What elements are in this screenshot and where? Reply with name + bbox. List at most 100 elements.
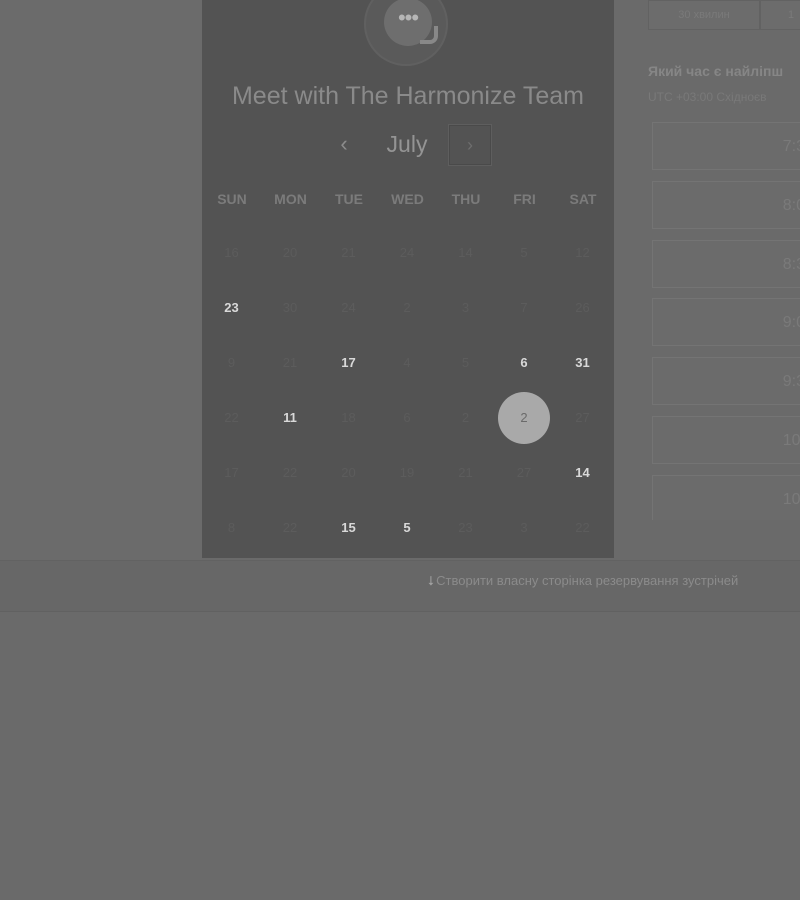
calendar-day-number: 12 bbox=[575, 245, 590, 260]
calendar-day-available[interactable]: 15 bbox=[320, 500, 378, 555]
month-label: July bbox=[386, 131, 428, 157]
time-slot-button[interactable]: 8:0 bbox=[652, 180, 800, 229]
duration-tab-60[interactable]: 1 bbox=[760, 0, 800, 30]
calendar-day-number: 14 bbox=[458, 245, 473, 260]
footer-link-text: Створити власну сторінка резервування зу… bbox=[436, 573, 739, 588]
calendar-day-unavailable: 30 bbox=[261, 280, 319, 335]
calendar-day-unavailable: 2 bbox=[378, 280, 436, 335]
team-avatar: ••• bbox=[364, 0, 448, 66]
calendar-day-unavailable: 18 bbox=[320, 390, 378, 445]
calendar-day-unavailable: 23 bbox=[437, 500, 495, 555]
calendar-day-number: 27 bbox=[516, 465, 532, 480]
calendar-day-unavailable: 21 bbox=[320, 225, 378, 280]
calendar-day-unavailable: 8 bbox=[203, 500, 261, 555]
calendar-day-unavailable: 14 bbox=[437, 225, 495, 280]
time-slot-button[interactable]: 8:3 bbox=[652, 239, 800, 288]
calendar-day-unavailable: 22 bbox=[203, 390, 261, 445]
calendar-day-number: 16 bbox=[224, 245, 239, 260]
calendar-day-available[interactable]: 31 bbox=[554, 335, 612, 390]
weekday-label: FRI bbox=[513, 191, 536, 207]
timezone-selector[interactable]: UTC +03:00 Східноєв bbox=[648, 90, 767, 104]
weekday-label: TUE bbox=[335, 191, 363, 207]
calendar-day-unavailable: 17 bbox=[203, 445, 261, 500]
create-booking-page-link[interactable]: ⭣ Створити власну сторінка резервування з… bbox=[428, 573, 738, 589]
calendar-day-number: 22 bbox=[282, 520, 298, 535]
time-slot-list: 7:3 8:0 8:3 9:0 9:3 10: 10: bbox=[652, 122, 800, 520]
calendar-day-number: 9 bbox=[227, 355, 236, 370]
time-slot-button[interactable]: 9:3 bbox=[652, 357, 800, 406]
calendar-day-number: 11 bbox=[283, 410, 297, 425]
calendar-day-number: 2 bbox=[403, 300, 411, 315]
calendar-day-number: 31 bbox=[575, 355, 590, 370]
calendar-day-available[interactable]: 17 bbox=[320, 335, 378, 390]
calendar-day-unavailable: 5 bbox=[495, 225, 553, 280]
calendar-day-number: 23 bbox=[458, 520, 473, 535]
time-question: Який час є найліпш bbox=[648, 63, 784, 79]
calendar-day-unavailable: 27 bbox=[495, 445, 553, 500]
previous-month-button[interactable]: ‹ bbox=[330, 126, 358, 162]
calendar-day-number: 26 bbox=[575, 300, 590, 315]
calendar-day-number: 21 bbox=[341, 245, 356, 260]
calendar-day-number: 22 bbox=[282, 465, 298, 480]
calendar-day-unavailable: 12 bbox=[554, 225, 612, 280]
calendar-day-available[interactable]: 11 bbox=[261, 390, 319, 445]
time-selection-panel: 30 хвилин 1 Який час є найліпш UTC +03:0… bbox=[614, 0, 800, 560]
calendar-day-number: 18 bbox=[341, 410, 356, 425]
calendar-day-number: 20 bbox=[282, 245, 298, 260]
calendar-day-number: 6 bbox=[403, 410, 411, 425]
calendar-day-available[interactable]: 5 bbox=[378, 500, 436, 555]
calendar-day-unavailable: 6 bbox=[378, 390, 436, 445]
time-slot-button[interactable]: 9:0 bbox=[652, 298, 800, 347]
calendar-day-number: 5 bbox=[403, 520, 411, 535]
next-month-button[interactable]: › bbox=[448, 124, 492, 166]
calendar-day-number: 17 bbox=[224, 465, 239, 480]
divider bbox=[0, 611, 800, 612]
calendar-day-number: 8 bbox=[227, 520, 236, 535]
weekday-label: SUN bbox=[217, 191, 247, 207]
calendar-day-number: 5 bbox=[520, 245, 528, 260]
weekday-label: WED bbox=[391, 191, 424, 207]
calendar-day-number: 22 bbox=[224, 410, 239, 425]
calendar-day-unavailable: 20 bbox=[261, 225, 319, 280]
calendar-day-number: 22 bbox=[575, 520, 590, 535]
calendar-day-number: 6 bbox=[520, 355, 528, 370]
calendar-day-unavailable: 24 bbox=[320, 280, 378, 335]
chat-bubble-icon: ••• bbox=[384, 0, 438, 46]
calendar-day-unavailable: 27 bbox=[554, 390, 612, 445]
left-background bbox=[0, 0, 202, 560]
duration-tab-30[interactable]: 30 хвилин bbox=[648, 0, 760, 30]
calendar-day-number: 4 bbox=[403, 355, 411, 370]
calendar-day-unavailable: 5 bbox=[437, 335, 495, 390]
calendar-day-number: 21 bbox=[282, 355, 298, 370]
weekday-header: SUN MON TUE WED THU FRI SAT bbox=[202, 188, 614, 210]
calendar-day-number: 14 bbox=[575, 465, 590, 480]
calendar-day-unavailable: 21 bbox=[437, 445, 495, 500]
calendar-day-available[interactable]: 6 bbox=[495, 335, 553, 390]
calendar-day-unavailable: 22 bbox=[261, 500, 319, 555]
month-navigation: ‹ July › bbox=[202, 124, 614, 166]
calendar-day-unavailable: 7 bbox=[495, 280, 553, 335]
weekday-label: SAT bbox=[569, 191, 597, 207]
weekday-label: THU bbox=[451, 191, 481, 207]
meeting-title: Meet with The Harmonize Team bbox=[231, 82, 584, 110]
calendar-day-available[interactable]: 14 bbox=[554, 445, 612, 500]
calendar-day-unavailable: 4 bbox=[378, 335, 436, 390]
calendar-day-number: 20 bbox=[341, 465, 356, 480]
time-slot-button[interactable]: 10: bbox=[652, 416, 800, 464]
calendar-day-unavailable: 9 bbox=[203, 335, 261, 390]
calendar-day-number: 5 bbox=[461, 355, 470, 370]
calendar-day-unavailable: 24 bbox=[378, 225, 436, 280]
calendar-day-unavailable: 22 bbox=[554, 500, 612, 555]
calendar-day-number: 3 bbox=[461, 300, 470, 315]
time-slot-button[interactable]: 10: bbox=[652, 474, 800, 520]
sprocket-icon: ⭣ bbox=[428, 573, 435, 588]
calendar-day-number: 17 bbox=[341, 355, 356, 370]
calendar-day-number: 2 bbox=[520, 410, 528, 425]
time-slot-button[interactable]: 7:3 bbox=[652, 122, 800, 170]
calendar-day-selected[interactable]: 2 bbox=[495, 390, 553, 445]
calendar-day-unavailable: 21 bbox=[261, 335, 319, 390]
calendar-day-number: 15 bbox=[341, 520, 356, 535]
calendar-day-number: 27 bbox=[575, 410, 590, 425]
calendar-day-available[interactable]: 23 bbox=[203, 280, 261, 335]
duration-tabs: 30 хвилин 1 bbox=[648, 0, 800, 30]
